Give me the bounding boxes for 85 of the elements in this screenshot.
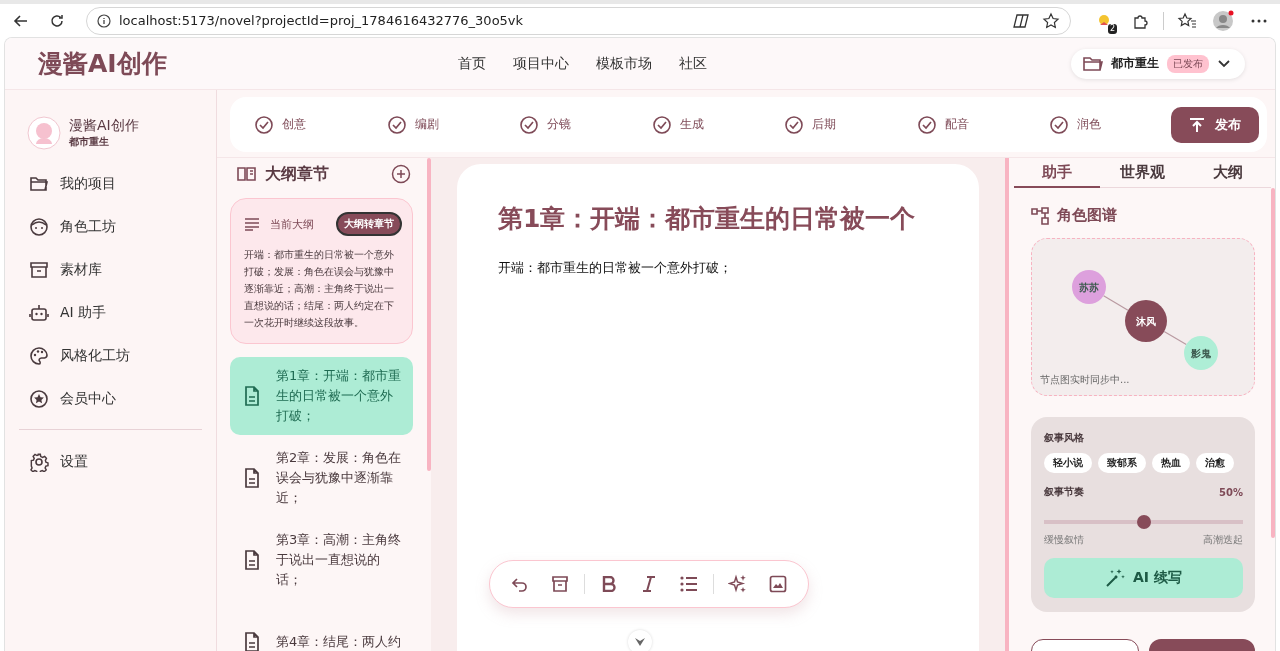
avatar	[27, 116, 61, 150]
upload-icon	[1189, 116, 1205, 133]
face-icon	[29, 217, 49, 237]
chapter-title[interactable]: 第1章：开端：都市重生的日常被一个	[498, 202, 949, 235]
sidebar-item[interactable]: 角色工坊	[60, 218, 116, 236]
slider-thumb[interactable]	[1136, 515, 1151, 529]
sidebar-item[interactable]: 风格化工坊	[60, 347, 130, 365]
sidebar-item[interactable]: AI 助手	[60, 304, 107, 322]
field-label: 叙事节奏	[1044, 485, 1084, 499]
sync-caption: 节点图实时同步中...	[1039, 373, 1131, 387]
star-icon[interactable]	[1042, 11, 1060, 30]
palette-icon	[29, 346, 49, 366]
style-tag[interactable]: 热血	[1152, 453, 1190, 473]
node-label: 苏苏	[1079, 281, 1099, 293]
archive-icon	[29, 260, 49, 280]
step-label[interactable]: 后期	[812, 116, 836, 133]
step-label[interactable]: 润色	[1077, 116, 1101, 133]
robot-icon	[29, 303, 49, 323]
sidebar-item[interactable]: 会员中心	[60, 390, 116, 408]
document-icon	[244, 468, 260, 488]
project-selector[interactable]: 都市重生 已发布	[1071, 48, 1245, 79]
scrollbar[interactable]	[427, 158, 431, 471]
style-tag[interactable]: 轻小说	[1044, 453, 1092, 473]
step-label[interactable]: 分镜	[547, 116, 571, 133]
nav-link[interactable]: 社区	[679, 54, 707, 73]
section-title: 角色图谱	[1057, 206, 1117, 225]
notification-badge: 2	[1107, 23, 1117, 34]
slider-min-label: 缓慢叙情	[1044, 533, 1084, 547]
project-name: 都市重生	[1111, 55, 1159, 72]
step-label[interactable]: 配音	[944, 116, 969, 133]
sidebar-item[interactable]: 素材库	[60, 261, 102, 279]
chapter-text[interactable]: 开端：都市重生的日常被一个意外打破；	[498, 259, 949, 277]
app-logo[interactable]: 漫酱AI创作	[38, 47, 458, 80]
sidebar-item[interactable]: 我的项目	[60, 175, 116, 193]
magic-wand-icon	[1105, 568, 1126, 588]
style-tag[interactable]: 治愈	[1196, 453, 1234, 473]
add-icon[interactable]	[391, 164, 411, 184]
card-label: 当前大纲	[270, 216, 315, 232]
project-name: 都市重生	[69, 135, 110, 149]
document-icon	[244, 550, 260, 570]
panel-tab[interactable]: 大纲	[1185, 158, 1271, 188]
slider-max-label: 高潮迭起	[1203, 533, 1243, 547]
convert-button[interactable]: 大纲转章节	[336, 212, 402, 236]
field-label: 叙事风格	[1044, 431, 1085, 445]
brand-name: 漫酱AI创作	[69, 117, 139, 135]
style-tag[interactable]: 致郁系	[1098, 453, 1146, 473]
panel-tab[interactable]: 世界观	[1099, 158, 1186, 188]
chapter-item[interactable]: 第1章：开端：都市重生的日常被一个意外打破；	[230, 357, 413, 435]
folder-icon	[1083, 55, 1103, 72]
step-label[interactable]: 编剧	[414, 116, 439, 133]
chevron-down-icon	[634, 637, 646, 647]
nav-link[interactable]: 模板市场	[596, 54, 652, 73]
ai-continue-button[interactable]: AI 续写	[1044, 558, 1243, 598]
diagram-icon	[1031, 206, 1049, 225]
settings-icon	[29, 452, 49, 472]
chapter-item[interactable]: 第4章：结尾：两人约	[230, 603, 413, 651]
step-label[interactable]: 生成	[679, 116, 704, 133]
chapter-item[interactable]: 第3章：高潮：主角终于说出一直想说的话；	[230, 521, 413, 599]
section-title: 大纲章节	[265, 163, 330, 185]
nav-link[interactable]: 项目中心	[513, 54, 569, 73]
character-node[interactable]	[1184, 336, 1218, 370]
character-node[interactable]	[1125, 300, 1167, 342]
sidebar-item[interactable]: 设置	[60, 453, 88, 471]
chevron-down-icon	[1217, 58, 1231, 69]
node-label: 影鬼	[1191, 347, 1211, 359]
publish-button[interactable]: 发布	[1171, 106, 1259, 143]
connector-line	[1103, 295, 1129, 311]
step-label[interactable]: 创意	[282, 116, 306, 133]
character-node[interactable]	[1072, 270, 1106, 304]
book-icon	[237, 166, 257, 182]
connector-line	[1163, 330, 1187, 346]
panel-tab[interactable]: 助手	[1014, 158, 1100, 188]
status-badge: 已发布	[1167, 54, 1209, 73]
outline-text: 开端：都市重生的日常被一个意外打破；发展：角色在误会与犹豫中逐渐靠近；高潮：主角终于说出一直想说的话；结尾：两人约定在下一次花开时继续这段故事。	[244, 248, 395, 330]
nav-link[interactable]: 首页	[458, 54, 486, 73]
document-icon	[244, 386, 260, 406]
scroll-down-button[interactable]	[628, 630, 652, 651]
slider-value: 50%	[1219, 486, 1243, 498]
folder-icon	[29, 174, 49, 194]
scrollbar[interactable]	[1271, 188, 1275, 538]
info-icon[interactable]	[97, 13, 111, 28]
document-icon	[244, 632, 260, 651]
chapter-item[interactable]: 第2章：发展：角色在误会与犹豫中逐渐靠近；	[230, 439, 413, 517]
node-label: 沐风	[1136, 315, 1156, 327]
text-lines-icon	[244, 217, 260, 231]
